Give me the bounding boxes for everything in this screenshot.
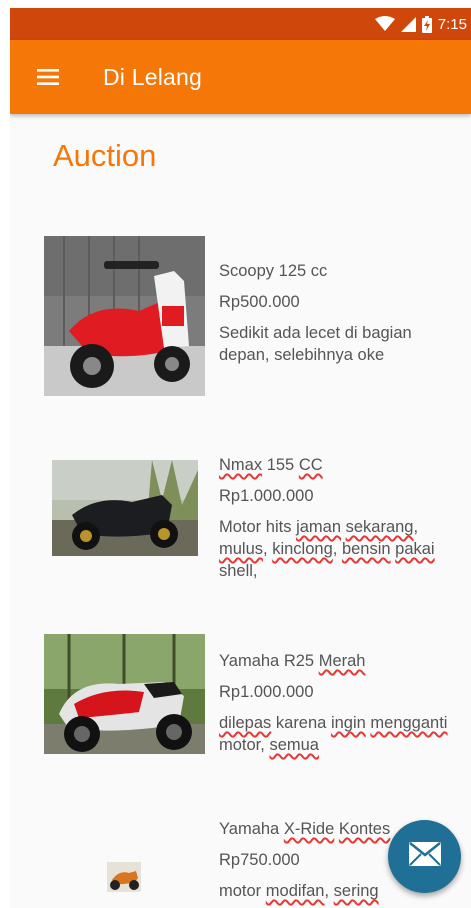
item-price: Rp500.000 xyxy=(219,293,300,311)
item-price: Rp1.000.000 xyxy=(219,487,314,505)
item-name: Scoopy 125 cc xyxy=(219,262,328,280)
app-screen: 7:15 Di Lelang Auction Scoopy 125 cc Rp5… xyxy=(10,8,471,908)
wifi-icon xyxy=(374,16,395,32)
battery-charging-icon xyxy=(421,15,432,33)
status-time: 7:15 xyxy=(437,15,467,33)
page-title: Auction xyxy=(53,138,157,173)
item-name: Nmax 155 CC xyxy=(219,456,323,474)
black-scooter-photo xyxy=(52,460,198,556)
item-name: Yamaha R25 Merah xyxy=(219,652,366,670)
list-item[interactable]: Scoopy 125 cc Rp500.000 Sedikit ada lece… xyxy=(10,236,471,396)
modified-bike-photo xyxy=(107,862,141,892)
status-bar: 7:15 xyxy=(10,8,471,40)
signal-icon xyxy=(400,16,416,32)
app-bar: Di Lelang xyxy=(10,40,471,114)
list-item[interactable]: Yamaha R25 Merah Rp1.000.000 dilepas kar… xyxy=(10,630,471,756)
mail-icon xyxy=(408,842,441,871)
red-sport-bike-photo xyxy=(44,634,205,754)
item-description: Sedikit ada lecet di bagian depan, seleb… xyxy=(219,324,412,364)
item-description: Motor hits jaman sekarang, mulus, kinclo… xyxy=(219,518,435,580)
hamburger-menu-icon[interactable] xyxy=(24,53,72,101)
mail-fab-button[interactable] xyxy=(388,820,461,893)
list-item[interactable]: Nmax 155 CC Rp1.000.000 Motor hits jaman… xyxy=(10,444,471,584)
red-white-scooter-photo xyxy=(44,236,205,396)
item-price: Rp1.000.000 xyxy=(219,683,314,701)
app-title: Di Lelang xyxy=(103,63,202,90)
item-description: dilepas karena ingin mengganti motor, se… xyxy=(219,714,448,754)
